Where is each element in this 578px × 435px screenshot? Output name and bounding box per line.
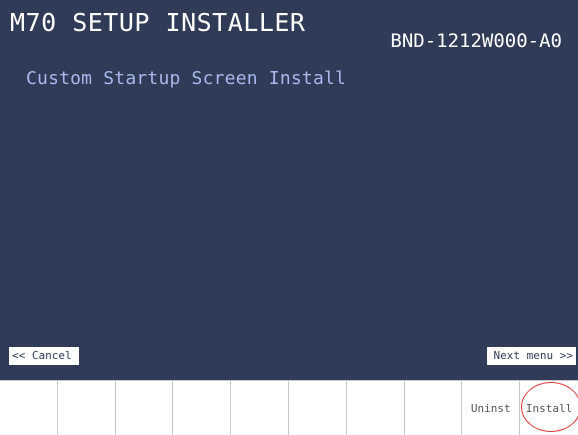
function-key-bar: Uninst Install	[0, 380, 578, 435]
function-key-5[interactable]	[231, 381, 289, 435]
function-key-2[interactable]	[57, 381, 116, 435]
function-key-3[interactable]	[115, 381, 174, 435]
model-number: BND-1212W000-A0	[390, 30, 562, 52]
function-key-4[interactable]	[173, 381, 232, 435]
screen-subtitle: Custom Startup Screen Install	[26, 68, 347, 89]
app-title: M70 SETUP INSTALLER	[10, 8, 306, 37]
function-key-8[interactable]	[404, 381, 463, 435]
function-key-7[interactable]	[346, 381, 405, 435]
function-key-1[interactable]	[0, 381, 58, 435]
function-key-6[interactable]	[288, 381, 347, 435]
install-key[interactable]: Install	[520, 381, 578, 435]
uninstall-key[interactable]: Uninst	[462, 381, 521, 435]
next-menu-button[interactable]: Next menu >>	[487, 347, 576, 365]
installer-screen: M70 SETUP INSTALLER BND-1212W000-A0 Cust…	[0, 0, 578, 435]
cancel-button[interactable]: << Cancel	[9, 347, 79, 365]
